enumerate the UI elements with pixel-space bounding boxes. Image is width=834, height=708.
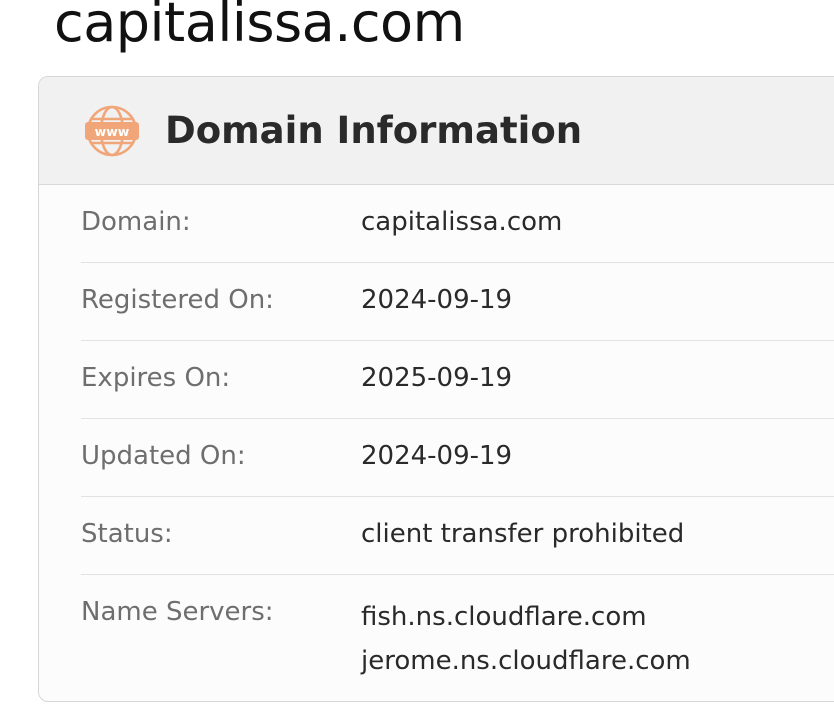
expires-on-label: Expires On: <box>81 363 231 393</box>
name-server-item: jerome.ns.cloudflare.com <box>361 646 691 676</box>
row-name-servers: Name Servers: fish.ns.cloudflare.com jer… <box>81 575 834 683</box>
name-server-item: fish.ns.cloudflare.com <box>361 602 647 632</box>
domain-info-table: Domain: capitalissa.com Registered On: 2… <box>81 185 834 683</box>
row-status: Status: client transfer prohibited <box>81 497 834 575</box>
www-globe-icon: www <box>81 104 143 158</box>
www-icon-text: www <box>95 124 130 139</box>
card-title: Domain Information <box>165 109 583 152</box>
registered-on-label: Registered On: <box>81 285 274 315</box>
domain-label: Domain: <box>81 207 191 237</box>
row-registered-on: Registered On: 2024-09-19 <box>81 263 834 341</box>
row-domain: Domain: capitalissa.com <box>81 185 834 263</box>
domain-value: capitalissa.com <box>361 207 563 237</box>
status-value: client transfer prohibited <box>361 519 685 549</box>
updated-on-value: 2024-09-19 <box>361 441 513 471</box>
name-servers-list: fish.ns.cloudflare.com jerome.ns.cloudfl… <box>361 575 691 683</box>
registered-on-value: 2024-09-19 <box>361 285 513 315</box>
domain-information-card: www Domain Information Domain: capitalis… <box>38 76 834 702</box>
expires-on-value: 2025-09-19 <box>361 363 513 393</box>
page: capitalissa.com www Domain Information D… <box>0 0 834 708</box>
updated-on-label: Updated On: <box>81 441 246 471</box>
row-updated-on: Updated On: 2024-09-19 <box>81 419 834 497</box>
card-header: www Domain Information <box>39 77 834 185</box>
page-title: capitalissa.com <box>54 0 465 54</box>
row-expires-on: Expires On: 2025-09-19 <box>81 341 834 419</box>
status-label: Status: <box>81 519 173 549</box>
name-servers-label: Name Servers: <box>81 597 274 627</box>
